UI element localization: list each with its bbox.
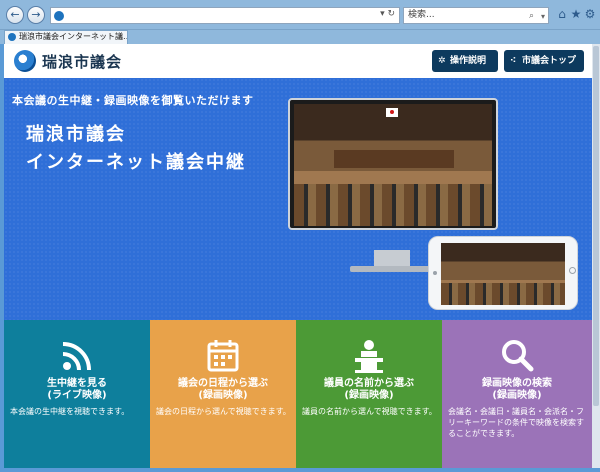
- monitor-image: [288, 98, 498, 230]
- site-title[interactable]: 瑞浪市議会: [42, 51, 122, 72]
- close-icon[interactable]: ×: [117, 31, 124, 43]
- site-header: 瑞浪市議会 ✲ 操作説明 ⁖ 市議会トップへ: [4, 44, 592, 88]
- page-scrollbar[interactable]: [592, 44, 600, 468]
- browser-toolbar: ← → ▾ ↻ 検索... ⌕ ▾ ⌂ ★ ⚙: [0, 0, 600, 30]
- tile-search-title: 録画映像の検索 (録画映像): [482, 378, 552, 401]
- search-icon[interactable]: ⌕: [529, 9, 534, 24]
- phone-screen-image: [441, 243, 565, 305]
- hero-title-line1: 瑞浪市議会: [26, 124, 126, 145]
- speaker-podium-icon: [355, 340, 383, 373]
- sitemap-icon: ⁖: [510, 56, 517, 66]
- calendar-icon: [207, 340, 239, 372]
- address-bar[interactable]: ▾ ↻: [50, 7, 400, 24]
- tile-live[interactable]: 生中継を見る (ライブ映像) 本会議の生中継を視聴できます。: [4, 320, 150, 468]
- arrow-right-icon: →: [31, 8, 41, 21]
- star-icon[interactable]: ★: [569, 7, 583, 21]
- tile-live-desc: 本会議の生中継を視聴できます。: [10, 407, 130, 416]
- logo-icon: [14, 50, 36, 72]
- arrow-left-icon: ←: [10, 8, 20, 21]
- tile-schedule[interactable]: 議会の日程から選ぶ (録画映像) 議会の日程から選んで視聴できます。: [150, 320, 296, 468]
- tile-schedule-desc: 議会の日程から選んで視聴できます。: [156, 407, 291, 416]
- phone-camera: [433, 271, 437, 275]
- gear-icon: ✲: [438, 56, 446, 66]
- hero-subtitle: 本会議の生中継・録画映像を御覧いただけます: [12, 94, 254, 107]
- hero-title-line2: インターネット議会中継: [26, 152, 246, 173]
- browser-tab[interactable]: 瑞浪市議会インターネット議… ×: [4, 30, 128, 44]
- search-icon: [502, 340, 534, 372]
- tile-schedule-title: 議会の日程から選ぶ (録画映像): [178, 378, 268, 401]
- tile-member[interactable]: 議員の名前から選ぶ (録画映像) 議員の名前から選んで視聴できます。: [296, 320, 442, 468]
- tile-member-desc: 議員の名前から選んで視聴できます。: [302, 407, 437, 416]
- chevron-down-icon[interactable]: ▾: [541, 9, 545, 24]
- chamber-bench: [334, 150, 454, 168]
- search-placeholder: 検索...: [408, 10, 435, 20]
- phone-home-button: [569, 267, 576, 274]
- favicon-icon: [8, 33, 16, 41]
- menu-tiles: 生中継を見る (ライブ映像) 本会議の生中継を視聴できます。 議会の日程から選ぶ(…: [4, 320, 592, 468]
- council-chamber-image: [294, 104, 492, 226]
- monitor-base: [350, 266, 434, 272]
- home-icon[interactable]: ⌂: [555, 7, 569, 21]
- address-controls[interactable]: ▾ ↻: [380, 9, 395, 19]
- help-button-label: 操作説明: [450, 56, 487, 66]
- tile-search[interactable]: 録画映像の検索 (録画映像) 会議名・会議日・議員名・会派名・フリーキーワードの条…: [442, 320, 592, 468]
- council-top-button[interactable]: ⁖ 市議会トップへ: [504, 50, 584, 88]
- page-icon: [54, 11, 64, 21]
- help-button[interactable]: ✲ 操作説明: [432, 50, 498, 72]
- flag-icon: [386, 108, 398, 117]
- tile-live-title: 生中継を見る (ライブ映像): [47, 378, 107, 401]
- chamber-seats: [294, 184, 492, 226]
- gear-icon[interactable]: ⚙: [583, 7, 597, 21]
- chamber-seats: [441, 283, 565, 305]
- tab-bar: 瑞浪市議会インターネット議… ×: [0, 30, 600, 44]
- browser-search-input[interactable]: 検索... ⌕ ▾: [403, 7, 549, 24]
- forward-button[interactable]: →: [27, 6, 45, 24]
- smartphone-image: [428, 236, 578, 310]
- tab-title: 瑞浪市議会インターネット議…: [19, 32, 128, 41]
- scrollbar-thumb[interactable]: [593, 46, 599, 406]
- tile-search-desc: 会議名・会議日・議員名・会派名・フリーキーワードの条件で映像を検索することができ…: [448, 407, 584, 438]
- hero-banner: 本会議の生中継・録画映像を御覧いただけます 瑞浪市議会 インターネット議会中継: [4, 78, 592, 320]
- back-button[interactable]: ←: [6, 6, 24, 24]
- broadcast-icon: [62, 342, 91, 371]
- web-page: 瑞浪市議会 ✲ 操作説明 ⁖ 市議会トップへ 本会議の生中継・録画映像を御覧いた…: [4, 44, 592, 468]
- tile-member-title: 議員の名前から選ぶ (録画映像): [324, 378, 414, 401]
